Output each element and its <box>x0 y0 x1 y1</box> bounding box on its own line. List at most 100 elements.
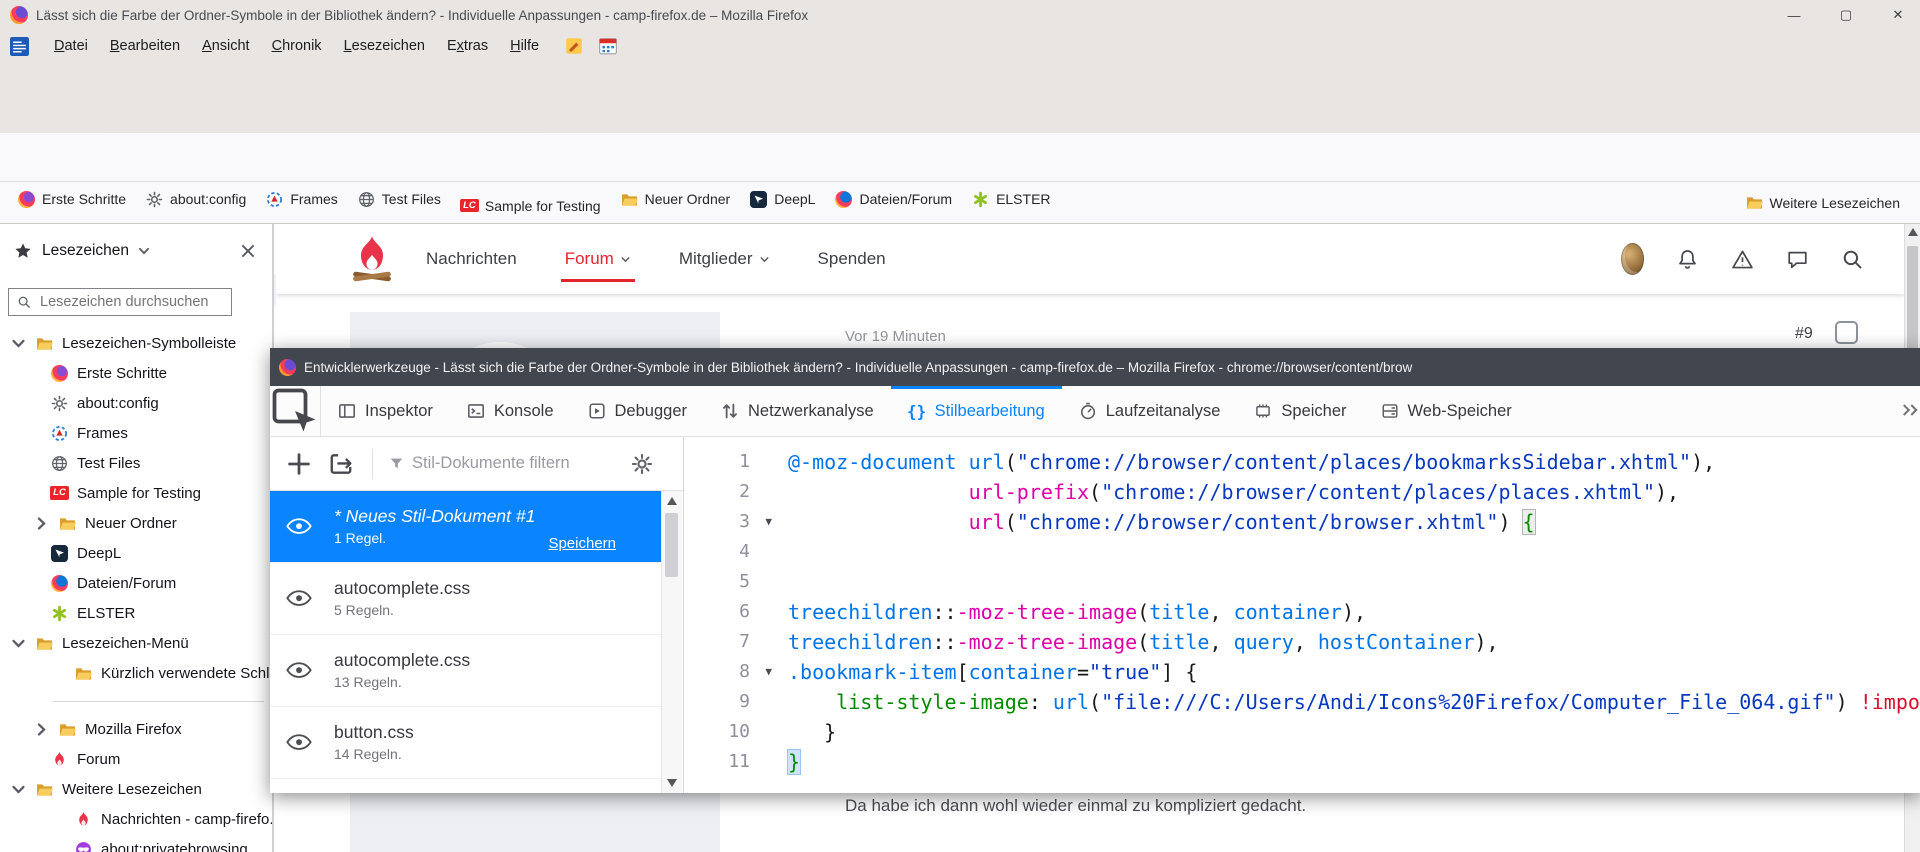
other-bookmarks-folder[interactable]: Weitere Lesezeichen <box>1746 194 1900 211</box>
fold-arrow-icon[interactable]: ▼ <box>765 507 772 537</box>
avatar[interactable] <box>1621 248 1644 271</box>
bookmark-item[interactable]: DeepL <box>740 187 825 212</box>
bookmark-item[interactable]: Dateien/Forum <box>825 187 962 212</box>
stylesheet-item[interactable]: button.css14 Regeln. <box>270 707 662 779</box>
devtools-tab-laufzeitanalyse[interactable]: Laufzeitanalyse <box>1062 386 1238 436</box>
sidebar-search-input[interactable] <box>38 293 212 311</box>
chevron-down-icon[interactable] <box>137 244 151 258</box>
chevron-right-icon[interactable] <box>33 721 50 738</box>
bookmark-item[interactable]: Test Files <box>348 187 451 212</box>
chat-icon[interactable] <box>1786 248 1809 271</box>
sidebar-bookmark-item[interactable]: about:privatebrowsing <box>0 834 272 852</box>
window-title: Lässt sich die Farbe der Ordner-Symbole … <box>36 8 808 23</box>
devtools-tab-stilbearbeitung[interactable]: {}Stilbearbeitung <box>891 386 1062 436</box>
scrollbar-thumb[interactable] <box>1907 246 1918 356</box>
menu-hilfe[interactable]: Hilfe <box>499 35 550 57</box>
bookmark-item[interactable]: LCSample for Testing <box>451 193 611 218</box>
new-stylesheet-button[interactable] <box>286 451 312 477</box>
bookmark-item[interactable]: about:config <box>136 187 256 212</box>
scroll-up-arrow-icon[interactable] <box>1908 228 1918 236</box>
sidebar-bookmark-item[interactable]: Erste Schritte <box>0 358 272 388</box>
campfire-logo-icon[interactable] <box>350 234 394 284</box>
bell-icon[interactable] <box>1676 248 1699 271</box>
line-number: 5 <box>684 567 776 597</box>
sidebar-bookmark-item[interactable]: Neuer Ordner <box>0 508 272 538</box>
sidebar-bookmark-item[interactable]: LCSample for Testing <box>0 478 272 508</box>
maximize-button[interactable]: ▢ <box>1838 7 1854 23</box>
menu-datei[interactable]: Datei <box>43 35 99 57</box>
more-tabs-chevron-icon[interactable] <box>1900 400 1920 420</box>
stylesheet-item[interactable]: * Neues Stil-Dokument #11 Regel.Speicher… <box>270 491 662 563</box>
scroll-down-arrow-icon[interactable] <box>667 779 677 787</box>
menu-lesezeichen[interactable]: Lesezeichen <box>333 35 436 57</box>
bookmark-item[interactable]: Neuer Ordner <box>611 187 741 212</box>
sidebar-bookmark-item[interactable]: Test Files <box>0 448 272 478</box>
visibility-eye-icon[interactable] <box>286 590 312 608</box>
forum-nav-spenden[interactable]: Spenden <box>818 224 886 294</box>
import-stylesheet-button[interactable] <box>328 451 354 477</box>
sidebar-bookmark-item[interactable]: Dateien/Forum <box>0 568 272 598</box>
sidebar-bookmark-item[interactable]: about:config <box>0 388 272 418</box>
sidebar-bookmark-item[interactable]: ELSTER <box>0 598 272 628</box>
line-number: 6 <box>684 597 776 627</box>
sidebar-bookmark-item[interactable]: Lesezeichen-Menü <box>0 628 272 658</box>
calendar-icon[interactable] <box>598 36 618 56</box>
forum-nav-nachrichten[interactable]: Nachrichten <box>426 224 517 294</box>
devtools-tab-inspektor[interactable]: Inspektor <box>321 386 450 436</box>
scrollbar-thumb[interactable] <box>665 513 678 577</box>
sidebar-bookmark-item[interactable]: Mozilla Firefox <box>0 714 272 744</box>
menu-extras[interactable]: Extras <box>436 35 499 57</box>
chevron-right-icon[interactable] <box>33 515 50 532</box>
stylesheet-item[interactable]: autocomplete.css13 Regeln. <box>270 635 662 707</box>
save-link[interactable]: Speichern <box>548 535 616 552</box>
close-button[interactable]: ✕ <box>1890 7 1906 23</box>
sidebar-bookmark-item[interactable]: Frames <box>0 418 272 448</box>
bookmark-item[interactable]: Erste Schritte <box>8 187 136 212</box>
search-icon[interactable] <box>1841 248 1864 271</box>
chevron-down-icon[interactable] <box>10 635 27 652</box>
stylesheet-list-scrollbar[interactable] <box>661 491 682 793</box>
chevron-down-icon[interactable] <box>10 781 27 798</box>
sidebar-title[interactable]: Lesezeichen <box>42 242 129 260</box>
notes-icon[interactable] <box>564 36 584 56</box>
visibility-eye-icon[interactable] <box>286 734 312 752</box>
devtools-tab-speicher[interactable]: Speicher <box>1237 386 1363 436</box>
post-number[interactable]: #9 <box>1795 325 1813 343</box>
bookmark-item[interactable]: ELSTER <box>962 187 1060 212</box>
sidebar-bookmark-item[interactable]: Nachrichten - camp-firefo... <box>0 804 272 834</box>
sidebar-close-icon[interactable] <box>238 241 258 261</box>
sidebar-bookmark-item[interactable]: Weitere Lesezeichen <box>0 774 272 804</box>
css-source-editor[interactable]: 123▼45678▼91011 @-moz-document url("chro… <box>684 437 1920 793</box>
sidebar-bookmark-item[interactable]: Kürzlich verwendete Schla <box>0 658 272 688</box>
stylesheet-item[interactable]: autocomplete.css5 Regeln. <box>270 563 662 635</box>
fold-arrow-icon[interactable]: ▼ <box>765 657 772 687</box>
bookmark-item[interactable]: Frames <box>256 187 347 212</box>
menu-ansicht[interactable]: Ansicht <box>191 35 261 57</box>
menu-chronik[interactable]: Chronik <box>261 35 333 57</box>
multiquote-checkbox[interactable] <box>1835 321 1858 344</box>
warning-icon[interactable] <box>1731 248 1754 271</box>
css-code[interactable]: @-moz-document url("chrome://browser/con… <box>788 447 1920 777</box>
visibility-eye-icon[interactable] <box>286 662 312 680</box>
devtools-tab-konsole[interactable]: Konsole <box>450 386 571 436</box>
sidebar-bookmark-item[interactable]: DeepL <box>0 538 272 568</box>
forum-nav-mitglieder[interactable]: Mitglieder <box>679 224 770 294</box>
stylesheet-filter[interactable]: Stil-Dokumente filtern <box>372 449 570 479</box>
chevron-down-icon[interactable] <box>10 335 27 352</box>
devtools-tab-netzwerkanalyse[interactable]: Netzwerkanalyse <box>704 386 891 436</box>
word-app-icon[interactable] <box>10 37 29 56</box>
devtools-tab-debugger[interactable]: Debugger <box>571 386 704 436</box>
minimize-button[interactable]: — <box>1786 7 1802 23</box>
visibility-eye-icon[interactable] <box>286 518 312 536</box>
options-gear-icon[interactable] <box>631 453 653 475</box>
sidebar-bookmark-item[interactable]: Lesezeichen-Symbolleiste <box>0 328 272 358</box>
pick-element-button[interactable] <box>270 386 321 436</box>
line-number: 7 <box>684 627 776 657</box>
sidebar-search-box[interactable] <box>8 288 232 316</box>
bookmark-label: DeepL <box>77 545 121 562</box>
menu-bearbeiten[interactable]: Bearbeiten <box>99 35 191 57</box>
forum-nav-forum[interactable]: Forum <box>565 224 631 294</box>
sidebar-bookmark-item[interactable]: Forum <box>0 744 272 774</box>
scroll-up-arrow-icon[interactable] <box>667 497 677 505</box>
devtools-tab-web-speicher[interactable]: Web-Speicher <box>1364 386 1529 436</box>
